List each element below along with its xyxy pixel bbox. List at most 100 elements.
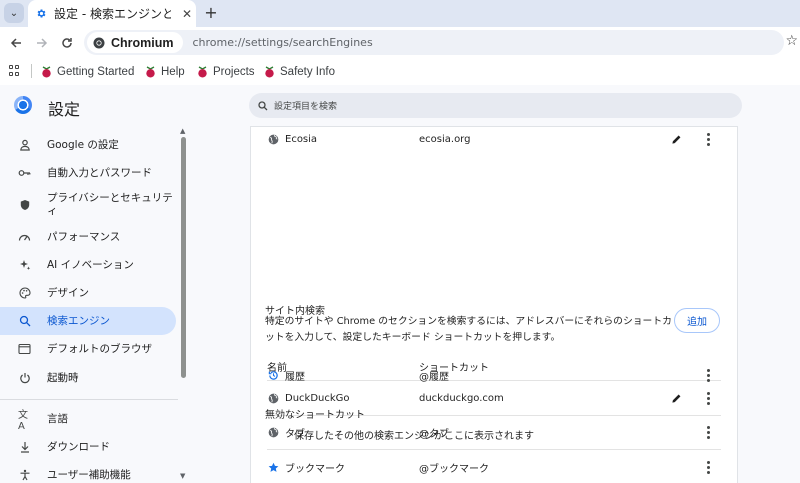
power-icon xyxy=(18,372,31,385)
site-search-row-bookmarks: ブックマーク @ブックマーク xyxy=(251,450,737,483)
engine-name: Ecosia xyxy=(285,133,318,145)
bookmark-projects[interactable]: Projects xyxy=(197,63,255,80)
settings-header: 設定 設定項目を検索 xyxy=(0,85,800,127)
sidebar-item-ai[interactable]: AI イノベーション xyxy=(0,251,176,279)
sidebar-item-label: ダウンロード xyxy=(47,440,110,453)
back-button[interactable] xyxy=(6,33,26,53)
sidebar-item-label: Google の設定 xyxy=(47,138,119,151)
bookmarks-bar: Getting Started Help Projects Safety Inf… xyxy=(0,58,800,85)
bookmark-label: Help xyxy=(161,65,185,78)
scroll-down-arrow-icon[interactable]: ▼ xyxy=(180,472,185,480)
site-info-chip[interactable]: Chromium xyxy=(87,32,183,53)
sidebar-scrollbar[interactable] xyxy=(181,137,186,378)
apps-grid-icon[interactable] xyxy=(9,65,21,77)
sidebar-item-label: 起動時 xyxy=(47,371,79,384)
sidebar-item-search-engine[interactable]: 検索エンジン xyxy=(0,307,176,335)
sidebar-item-google-settings[interactable]: Google の設定 xyxy=(0,131,176,159)
more-options-icon[interactable] xyxy=(703,368,713,382)
engine-name: ブックマーク xyxy=(285,463,345,475)
engine-shortcut: ecosia.org xyxy=(419,133,471,145)
more-options-icon[interactable] xyxy=(703,391,713,405)
globe-icon xyxy=(268,427,279,438)
sidebar-item-label: AI イノベーション xyxy=(47,258,134,271)
sidebar-item-label: 自動入力とパスワード xyxy=(47,166,152,179)
gear-icon xyxy=(37,9,46,18)
sidebar-item-label: ユーザー補助機能 xyxy=(47,468,131,481)
reload-button[interactable] xyxy=(57,33,77,53)
site-chip-label: Chromium xyxy=(111,35,174,50)
engine-name: DuckDuckGo xyxy=(285,392,350,404)
engine-shortcut: duckduckgo.com xyxy=(419,392,504,404)
search-placeholder: 設定項目を検索 xyxy=(274,102,338,112)
speedometer-icon xyxy=(18,231,31,244)
sidebar-item-downloads[interactable]: ダウンロード xyxy=(0,433,176,461)
sidebar: Google の設定 自動入力とパスワード プライバシーとセキュリティ パフォー… xyxy=(0,127,190,483)
close-tab-icon[interactable]: ✕ xyxy=(178,7,196,21)
globe-icon xyxy=(268,134,279,145)
address-bar[interactable]: Chromium chrome://settings/searchEngines xyxy=(84,30,784,55)
tab-search-button[interactable]: ⌄ xyxy=(4,3,24,23)
chromium-logo-icon xyxy=(14,96,32,114)
chromium-logo-icon xyxy=(93,37,105,48)
bookmark-star-icon[interactable]: ☆ xyxy=(785,33,798,49)
engine-shortcut: @履歴 xyxy=(419,371,449,383)
raspberry-icon xyxy=(42,65,51,77)
tab-title: 設定 - 検索エンジンと サ xyxy=(54,7,171,21)
sidebar-item-label: デフォルトのブラウザ xyxy=(47,342,152,355)
scroll-up-arrow-icon[interactable]: ▲ xyxy=(180,127,185,135)
bookmark-label: Safety Info xyxy=(280,65,335,78)
tab-settings[interactable]: 設定 - 検索エンジンと サ ✕ xyxy=(28,0,196,27)
bookmark-label: Getting Started xyxy=(57,65,135,78)
settings-search-input[interactable]: 設定項目を検索 xyxy=(249,93,742,118)
person-icon xyxy=(18,139,31,152)
globe-icon xyxy=(268,393,279,404)
forward-button[interactable] xyxy=(32,33,52,53)
more-options-icon[interactable] xyxy=(703,460,713,474)
sidebar-item-label: パフォーマンス xyxy=(47,230,121,243)
download-icon xyxy=(18,441,31,454)
sidebar-item-design[interactable]: デザイン xyxy=(0,279,176,307)
bookmark-safety-info[interactable]: Safety Info xyxy=(264,63,335,80)
arrow-left-icon xyxy=(10,38,21,48)
raspberry-icon xyxy=(198,65,207,77)
edit-pencil-icon[interactable] xyxy=(669,132,683,146)
tab-strip: ⌄ 設定 - 検索エンジンと サ ✕ + xyxy=(0,0,800,27)
toolbar: Chromium chrome://settings/searchEngines… xyxy=(0,27,800,58)
history-icon xyxy=(268,370,279,381)
bookmark-getting-started[interactable]: Getting Started xyxy=(41,63,134,80)
sidebar-item-default-browser[interactable]: デフォルトのブラウザ xyxy=(0,335,176,363)
sidebar-item-accessibility[interactable]: ユーザー補助機能 xyxy=(0,461,176,483)
translate-icon: 文A xyxy=(18,410,28,432)
sidebar-item-label: デザイン xyxy=(47,286,89,299)
site-search-row-history: 履歴 @履歴 xyxy=(251,358,737,392)
new-tab-button[interactable]: + xyxy=(200,2,222,24)
sparkle-icon xyxy=(18,259,31,272)
browser-window-icon xyxy=(18,343,31,356)
add-site-search-button[interactable]: 追加 xyxy=(674,308,720,333)
chevron-down-icon: ⌄ xyxy=(9,7,19,19)
shield-icon xyxy=(18,199,31,212)
site-search-description: 特定のサイトや Chrome のセクションを検索するには、アドレスバーにそれらの… xyxy=(265,316,672,343)
palette-icon xyxy=(18,287,31,300)
sidebar-item-performance[interactable]: パフォーマンス xyxy=(0,223,176,251)
arrow-right-icon xyxy=(37,38,48,48)
edit-pencil-icon[interactable] xyxy=(669,391,683,405)
reload-icon xyxy=(62,38,72,48)
star-icon xyxy=(268,462,279,473)
raspberry-icon xyxy=(265,65,274,77)
more-options-icon[interactable] xyxy=(703,132,713,146)
page-title: 設定 xyxy=(48,100,81,119)
accessibility-icon xyxy=(18,469,31,482)
more-options-icon[interactable] xyxy=(703,425,713,439)
sidebar-item-languages[interactable]: 文A 言語 xyxy=(0,405,176,433)
bookmark-help[interactable]: Help xyxy=(145,63,185,80)
url-text: chrome://settings/searchEngines xyxy=(192,36,373,49)
inactive-shortcuts-title: 無効なショートカット xyxy=(265,410,365,421)
engine-shortcut: @ブックマーク xyxy=(419,463,489,475)
sidebar-divider xyxy=(0,399,178,400)
sidebar-item-autofill[interactable]: 自動入力とパスワード xyxy=(0,159,176,187)
sidebar-item-on-startup[interactable]: 起動時 xyxy=(0,364,176,392)
key-icon xyxy=(18,167,31,180)
sidebar-item-privacy[interactable]: プライバシーとセキュリティ xyxy=(0,189,176,221)
sidebar-item-label: プライバシーとセキュリティ xyxy=(47,192,173,217)
